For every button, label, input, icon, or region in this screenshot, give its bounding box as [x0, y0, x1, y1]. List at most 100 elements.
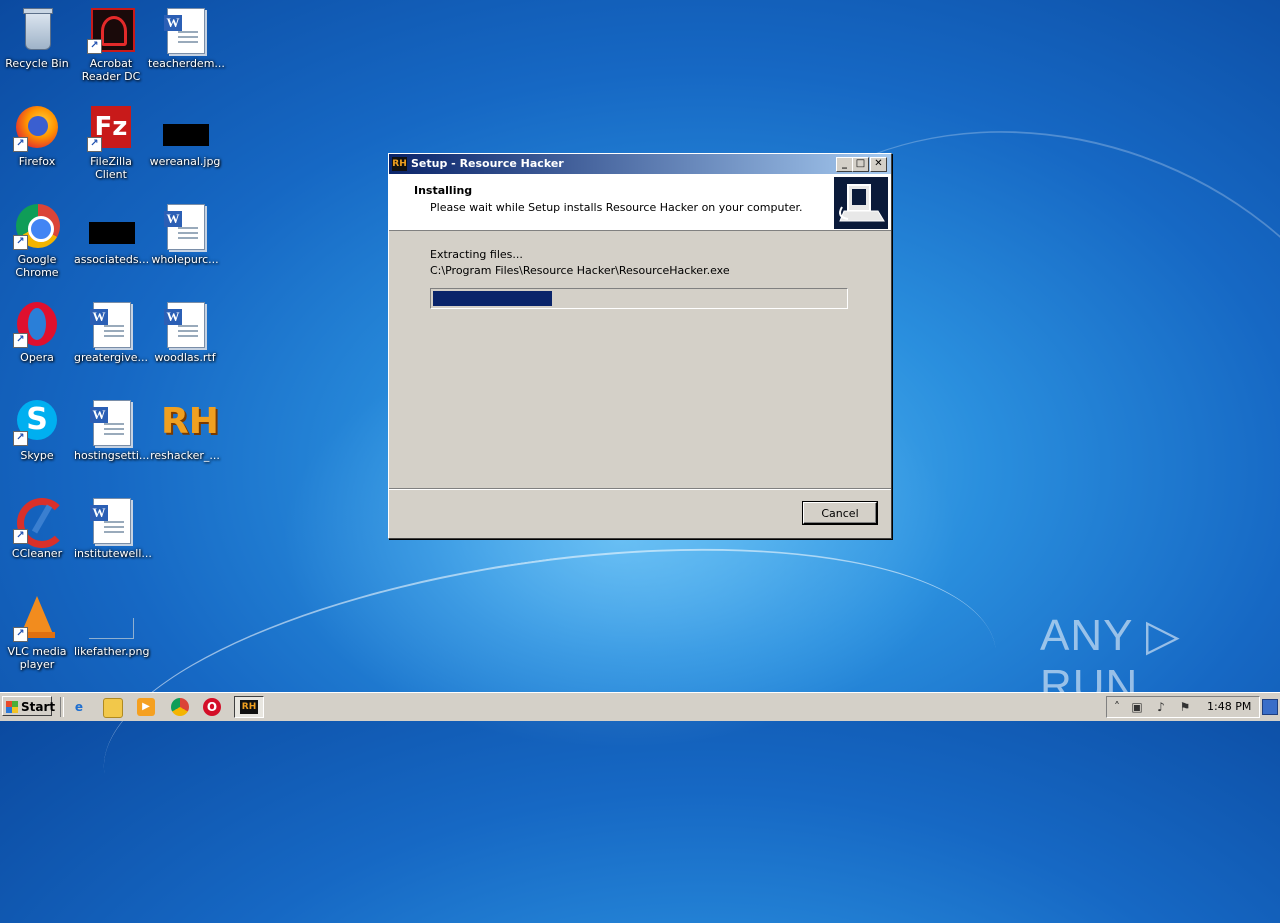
desktop-icon-label: wereanal.jpg — [149, 155, 221, 168]
dialog-title: Setup - Resource Hacker — [411, 157, 564, 170]
shortcut-arrow-icon: ↗ — [13, 137, 28, 152]
desktop-icon-teacherdem[interactable]: W teacherdem... — [148, 6, 225, 70]
desktop-icon-firefox[interactable]: ↗ Firefox — [0, 104, 74, 168]
desktop-icon-institutewell[interactable]: W institutewell... — [74, 496, 152, 560]
shortcut-arrow-icon: ↗ — [13, 333, 28, 348]
desktop-icon-google-chrome[interactable]: ↗ Google Chrome — [0, 202, 74, 279]
desktop-icon-likefather[interactable]: likefather.png — [74, 594, 150, 658]
shortcut-arrow-icon: ↗ — [13, 529, 28, 544]
dialog-titlebar[interactable]: RH Setup - Resource Hacker _ □ ✕ — [389, 154, 891, 174]
desktop-icon-label: Google Chrome — [15, 253, 59, 279]
desktop-icon-filezilla[interactable]: Fz ↗ FileZilla Client — [74, 104, 148, 181]
install-progress-bar — [430, 288, 848, 309]
clock[interactable]: 1:48 PM — [1207, 697, 1251, 717]
desktop-icon-label: VLC media player — [7, 645, 67, 671]
start-button[interactable]: Start — [2, 696, 56, 716]
image-file-icon — [87, 594, 135, 642]
desktop-icon-label: Recycle Bin — [5, 57, 69, 70]
desktop-icon-ccleaner[interactable]: ↗ CCleaner — [0, 496, 74, 560]
desktop-icon-label: Firefox — [18, 155, 56, 168]
status-text: Extracting files... — [430, 248, 523, 261]
media-player-icon[interactable]: ▶ — [137, 698, 155, 716]
desktop-icon-woodlas[interactable]: W woodlas.rtf — [148, 300, 222, 364]
flag-icon[interactable]: ⚑ — [1177, 699, 1193, 715]
minimize-button[interactable]: _ — [836, 157, 853, 172]
resource-hacker-app-icon: RH — [392, 157, 407, 171]
cancel-button[interactable]: Cancel — [803, 502, 877, 524]
desktop-icon-label: likefather.png — [74, 645, 150, 658]
taskbar: Start e ▶ O RH ˄ ▣ ♪ ⚑ 1:48 PM — [0, 692, 1280, 721]
desktop-icon-wholepurc[interactable]: W wholepurc... — [148, 202, 222, 266]
desktop-icon-opera[interactable]: ↗ Opera — [0, 300, 74, 364]
start-label: Start — [21, 700, 56, 714]
system-tray: ˄ ▣ ♪ ⚑ 1:48 PM — [1106, 696, 1260, 718]
ccleaner-icon: ↗ — [13, 496, 67, 548]
installer-computer-icon — [834, 177, 888, 229]
desktop-icon-skype[interactable]: S ↗ Skype — [0, 398, 74, 462]
desktop-icon-associateds[interactable]: associateds... — [74, 202, 150, 266]
chrome-icon[interactable] — [171, 698, 189, 716]
chevron-up-icon[interactable]: ˄ — [1109, 699, 1125, 715]
desktop-icon-wereanal[interactable]: wereanal.jpg — [148, 104, 222, 168]
maximize-button[interactable]: □ — [852, 157, 869, 172]
chrome-icon: ↗ — [13, 202, 61, 250]
desktop-icon-label: reshacker_... — [150, 449, 220, 462]
dialog-separator — [389, 488, 891, 490]
word-document-icon: W — [87, 398, 135, 446]
word-document-icon: W — [161, 300, 209, 348]
word-document-icon: W — [87, 300, 135, 348]
shortcut-arrow-icon: ↗ — [13, 627, 28, 642]
desktop-icon-label: institutewell... — [74, 547, 152, 560]
desktop-icon-label: woodlas.rtf — [154, 351, 216, 364]
dialog-body: Extracting files... C:\Program Files\Res… — [389, 232, 891, 488]
image-file-icon — [87, 202, 135, 250]
recycle-bin-icon — [13, 6, 61, 54]
setup-dialog: RH Setup - Resource Hacker _ □ ✕ Install… — [388, 153, 892, 539]
firefox-icon: ↗ — [13, 104, 61, 152]
internet-explorer-icon[interactable]: e — [70, 698, 88, 716]
desktop-icon-label: greatergive... — [74, 351, 148, 364]
current-file-path: C:\Program Files\Resource Hacker\Resourc… — [430, 264, 730, 277]
shortcut-arrow-icon: ↗ — [87, 39, 102, 54]
desktop-icon-label: teacherdem... — [148, 57, 225, 70]
shortcut-arrow-icon: ↗ — [13, 235, 28, 250]
desktop-icon-label: CCleaner — [11, 547, 63, 560]
desktop-icon-greatergive[interactable]: W greatergive... — [74, 300, 148, 364]
explorer-folder-icon[interactable] — [103, 698, 123, 718]
dialog-header: Installing Please wait while Setup insta… — [389, 174, 891, 231]
volume-icon[interactable]: ♪ — [1153, 699, 1169, 715]
resource-hacker-task-icon: RH — [240, 700, 258, 714]
desktop-icon-label: Acrobat Reader DC — [81, 57, 141, 83]
desktop-icon-reshacker[interactable]: RH reshacker_... — [148, 398, 222, 462]
image-file-icon — [161, 104, 209, 152]
filezilla-icon: Fz ↗ — [87, 104, 135, 152]
desktop-icon-recycle-bin[interactable]: Recycle Bin — [0, 6, 74, 70]
word-document-icon: W — [87, 496, 135, 544]
taskbar-task-resource-hacker[interactable]: RH — [234, 696, 264, 718]
reshacker-icon: RH — [161, 401, 219, 442]
desktop-icon-vlc[interactable]: ↗ VLC media player — [0, 594, 74, 671]
page-heading: Installing — [414, 184, 473, 197]
opera-icon: ↗ — [13, 300, 61, 348]
opera-icon[interactable]: O — [203, 698, 221, 716]
desktop-icon-label: wholepurc... — [151, 253, 219, 266]
word-document-icon: W — [161, 6, 209, 54]
word-document-icon: W — [161, 202, 209, 250]
network-icon[interactable]: ▣ — [1129, 699, 1145, 715]
desktop-icon-label: Skype — [20, 449, 54, 462]
desktop-icon-label: Opera — [20, 351, 54, 364]
skype-icon: S ↗ — [13, 398, 61, 446]
progress-fill — [433, 291, 552, 306]
desktop-icon-label: associateds... — [74, 253, 150, 266]
windows-logo-icon — [6, 701, 18, 713]
desktop-icon-hostingsetti[interactable]: W hostingsetti... — [74, 398, 150, 462]
acrobat-icon: ↗ — [87, 6, 135, 54]
close-button[interactable]: ✕ — [870, 157, 887, 172]
desktop-icon-acrobat[interactable]: ↗ Acrobat Reader DC — [74, 6, 148, 83]
shortcut-arrow-icon: ↗ — [13, 431, 28, 446]
taskbar-separator — [60, 697, 64, 717]
page-subheading: Please wait while Setup installs Resourc… — [430, 201, 803, 214]
desktop-icon-label: hostingsetti... — [74, 449, 150, 462]
show-desktop-button[interactable] — [1262, 699, 1278, 715]
vlc-icon: ↗ — [13, 594, 61, 642]
